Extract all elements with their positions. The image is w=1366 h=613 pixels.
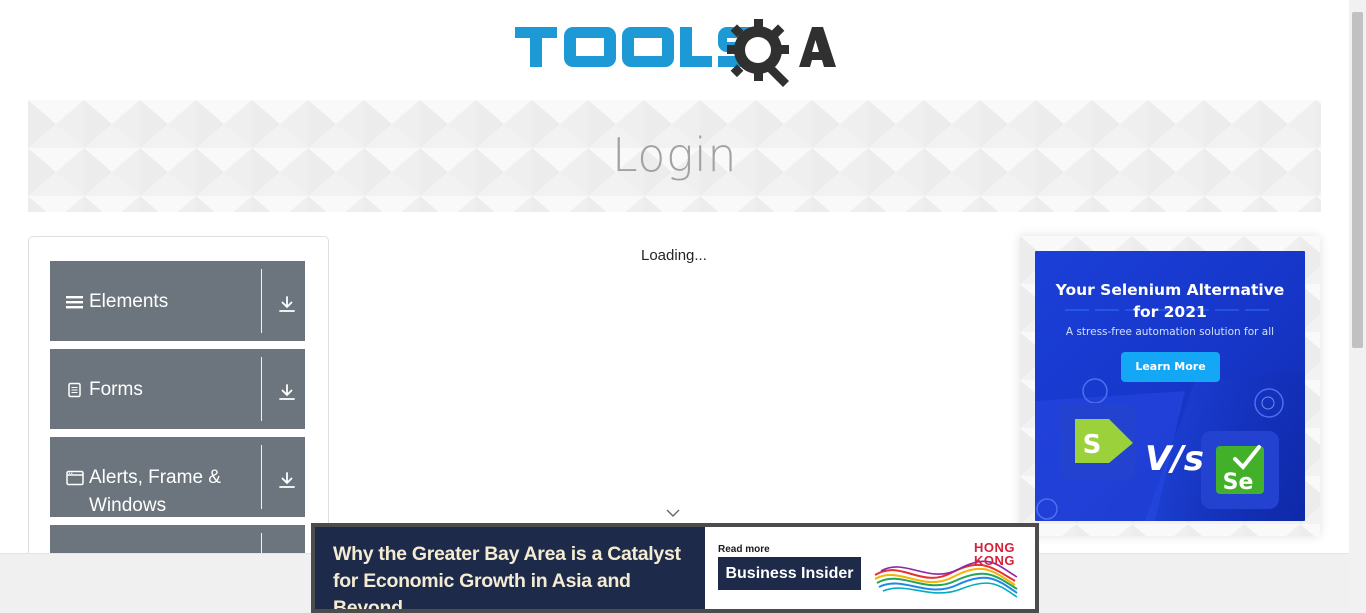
- bottom-ad-content: Why the Greater Bay Area is a Catalyst f…: [315, 527, 1035, 609]
- sidebar-group-label: Alerts, Frame & Windows: [89, 467, 221, 516]
- business-insider-button[interactable]: Business Insider: [718, 557, 861, 590]
- hong-kong-brand-logo: HONG KONG: [871, 537, 1021, 603]
- sidebar-group-forms[interactable]: Forms: [50, 349, 305, 429]
- ad-heading-line2: for 2021: [1133, 303, 1207, 321]
- page: Login Elements Forms Alerts, Frame & Win…: [0, 0, 1366, 613]
- sidebar-group-alerts-frame-windows[interactable]: Alerts, Frame & Windows: [50, 437, 305, 517]
- site-header: [0, 0, 1349, 100]
- download-arrow-icon[interactable]: [278, 383, 296, 401]
- page-scrollbar[interactable]: [1349, 0, 1366, 613]
- bottom-ad-banner[interactable]: Why the Greater Bay Area is a Catalyst f…: [311, 523, 1039, 613]
- right-logo-letters: Se: [1223, 470, 1254, 495]
- divider: [261, 445, 262, 509]
- sidebar-group-elements[interactable]: Elements: [50, 261, 305, 341]
- scrollbar-thumb[interactable]: [1352, 12, 1363, 348]
- side-ad-frame: S Se Your Selenium Alternative for 2021 …: [1020, 236, 1320, 536]
- divider: [261, 357, 262, 421]
- learn-more-button[interactable]: Learn More: [1121, 352, 1220, 382]
- document-icon: [68, 382, 81, 398]
- chevron-down-icon[interactable]: [666, 508, 680, 518]
- download-arrow-icon[interactable]: [278, 295, 296, 313]
- page-title: Login: [611, 128, 737, 182]
- loading-text: Loading...: [641, 247, 707, 264]
- ad-subtitle: A stress-free automation solution for al…: [1065, 326, 1275, 338]
- toolsqa-logo[interactable]: [515, 14, 840, 92]
- versus-text: V/s: [1145, 439, 1204, 479]
- window-icon: [66, 470, 84, 486]
- menu-lines-icon: [66, 296, 83, 309]
- ad-headline-panel: Why the Greater Bay Area is a Catalyst f…: [315, 527, 705, 609]
- read-more-label: Read more: [718, 544, 770, 555]
- brand-line2: KONG: [974, 553, 1015, 568]
- hong-kong-wordmark: HONG KONG: [974, 541, 1015, 567]
- page-banner: Login: [28, 100, 1321, 212]
- ad-heading-line1: Your Selenium Alternative: [1055, 281, 1285, 299]
- selenium-alternative-ad[interactable]: S Se Your Selenium Alternative for 2021 …: [1035, 251, 1305, 521]
- download-arrow-icon[interactable]: [278, 471, 296, 489]
- ad-headline: Why the Greater Bay Area is a Catalyst f…: [333, 543, 681, 609]
- left-logo-letter: S: [1083, 430, 1102, 460]
- sidebar-group-label: Forms: [89, 379, 143, 400]
- divider: [261, 269, 262, 333]
- sidebar-group-label: Elements: [89, 291, 169, 312]
- ad-heading: Your Selenium Alternative for 2021: [1035, 279, 1305, 323]
